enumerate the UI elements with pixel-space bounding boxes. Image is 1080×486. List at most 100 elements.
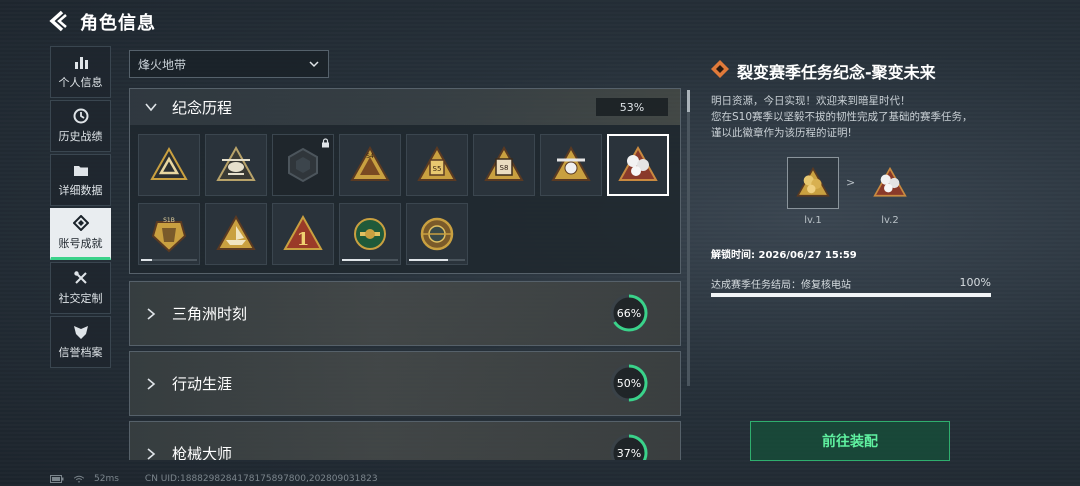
sidebar-nav: 个人信息 历史战绩 详细数据 账号成就 社交定制 信誉档案: [50, 46, 111, 370]
badge-s1b[interactable]: S1B: [138, 203, 200, 265]
chevron-right-icon: [147, 447, 156, 460]
description-line: 谨以此徽章作为该历程的证明!: [711, 127, 852, 139]
number-one-badge-icon: 1: [283, 214, 323, 250]
level-1-label: lv.1: [804, 215, 822, 226]
badge-round-emblem[interactable]: [406, 203, 468, 265]
section-title: 纪念历程: [172, 98, 233, 117]
sidebar-item-label: 信誉档案: [58, 346, 103, 359]
round-emblem-badge-icon: [420, 217, 454, 251]
section-gun-master[interactable]: 枪械大师 37%: [129, 421, 681, 460]
fission-lv1-badge-icon: [796, 166, 830, 197]
section-gunmaster-header[interactable]: 枪械大师 37%: [130, 422, 680, 460]
sidebar-item-credit-file[interactable]: 信誉档案: [50, 316, 111, 368]
section-percent: 37%: [616, 446, 642, 460]
fission-badge-icon: [618, 145, 658, 181]
chevron-down-icon: [145, 103, 157, 112]
badge-s5[interactable]: S5: [406, 134, 468, 196]
battery-icon: [50, 475, 64, 483]
badge-wreath[interactable]: [339, 203, 401, 265]
badge-text: 1: [297, 229, 310, 250]
badge-s4[interactable]: S4: [339, 134, 401, 196]
level-2-label: lv.2: [881, 215, 899, 226]
badge-fission-selected[interactable]: [607, 134, 669, 196]
section-percent: 53%: [596, 98, 668, 116]
sidebar-item-label: 社交定制: [58, 292, 103, 305]
sidebar-item-label: 个人信息: [58, 76, 103, 89]
level-2-badge[interactable]: [864, 157, 916, 209]
go-equip-button[interactable]: 前往装配: [750, 421, 950, 461]
badge-number-one[interactable]: 1: [272, 203, 334, 265]
s8-badge-icon: S8: [484, 145, 524, 181]
back-arrow-icon[interactable]: [48, 9, 70, 33]
level-1-badge[interactable]: [787, 157, 839, 209]
mode-dropdown-value: 烽火地带: [138, 57, 187, 72]
badge-helicopter[interactable]: [205, 134, 267, 196]
badge-text: S1B: [163, 217, 175, 224]
wreath-badge-icon: [354, 218, 386, 250]
section-percent: 50%: [616, 376, 642, 390]
list-scrollbar[interactable]: [687, 90, 690, 386]
section-memorial: 纪念历程 53% S4 S5 S8 S1B 1: [129, 88, 681, 274]
sidebar-item-social-custom[interactable]: 社交定制: [50, 262, 111, 314]
badge-progress-fill: [409, 259, 449, 261]
sidebar-item-detail-data[interactable]: 详细数据: [50, 154, 111, 206]
mode-dropdown[interactable]: 烽火地带: [129, 50, 329, 78]
s1b-badge-icon: S1B: [151, 217, 187, 253]
badge-progress-bar: [342, 259, 398, 261]
description-line: 您在S10赛季以坚毅不拔的韧性完成了基础的赛季任务，: [711, 111, 973, 123]
sidebar-item-achievements[interactable]: 账号成就: [50, 208, 111, 260]
section-delta-moment[interactable]: 三角洲时刻 66%: [129, 281, 681, 346]
ping-value: 52ms: [94, 474, 119, 484]
fission-lv2-badge-icon: [873, 166, 907, 197]
badge-boat[interactable]: [205, 203, 267, 265]
tools-icon: [73, 271, 87, 284]
badge-locked-hex[interactable]: [272, 134, 334, 196]
task-progress-bar: [711, 293, 991, 297]
sidebar-item-label: 账号成就: [58, 237, 103, 250]
sidebar-item-personal-info[interactable]: 个人信息: [50, 46, 111, 98]
section-career-header[interactable]: 行动生涯 50%: [130, 352, 680, 415]
badge-s8[interactable]: S8: [473, 134, 535, 196]
achievement-title: 裂变赛季任务纪念-聚变未来: [737, 63, 936, 82]
satellite-badge-icon: [551, 145, 591, 181]
task-percent: 100%: [959, 276, 991, 289]
locked-hex-badge-icon: [288, 147, 318, 183]
shield-wing-icon: [73, 326, 88, 339]
badge-grid: S4 S5 S8 S1B 1: [130, 125, 680, 273]
status-footer: 52ms CN UID:1888298284178175897800,20280…: [50, 474, 378, 484]
badge-text: S8: [500, 164, 509, 172]
lock-icon: [322, 138, 329, 148]
unlock-time: 解锁时间: 2026/06/27 15:59: [711, 250, 857, 261]
description-line: 明日资源，今日实现！欢迎来到暗星时代！: [711, 95, 911, 107]
badge-progress-fill: [342, 259, 370, 261]
page-title: 角色信息: [80, 13, 156, 34]
section-percent: 66%: [616, 306, 642, 320]
section-title: 行动生涯: [172, 375, 233, 393]
sidebar-item-label: 历史战绩: [58, 130, 103, 143]
section-action-career[interactable]: 行动生涯 50%: [129, 351, 681, 416]
badge-text: S5: [433, 165, 442, 173]
task-row: 达成赛季任务结局：修复核电站 100%: [711, 276, 991, 291]
scrollbar-thumb[interactable]: [687, 90, 690, 112]
boat-badge-icon: [216, 214, 256, 250]
badge-text: S4: [366, 153, 374, 160]
section-title: 枪械大师: [172, 445, 233, 460]
folder-icon: [73, 166, 88, 176]
chevron-down-icon: [309, 61, 319, 68]
badge-progress-bar: [409, 259, 465, 261]
history-clock-icon: [73, 108, 88, 124]
sidebar-item-label: 详细数据: [58, 184, 103, 197]
section-delta-header[interactable]: 三角洲时刻 66%: [130, 282, 680, 345]
badge-triangle-a[interactable]: [138, 134, 200, 196]
level-arrow: >: [846, 176, 856, 189]
badge-satellite[interactable]: [540, 134, 602, 196]
achievement-list[interactable]: 纪念历程 53% S4 S5 S8 S1B 1 三角洲时刻 66% 行动生涯 5…: [129, 88, 681, 460]
section-memorial-header[interactable]: 纪念历程 53%: [130, 89, 680, 125]
diamond-achievement-icon: [711, 60, 729, 78]
badge-progress-fill: [141, 259, 153, 261]
sidebar-item-history[interactable]: 历史战绩: [50, 100, 111, 152]
helicopter-badge-icon: [216, 145, 256, 181]
section-title: 三角洲时刻: [172, 305, 248, 323]
wifi-icon: [73, 475, 85, 483]
achievement-icon: [72, 215, 89, 231]
